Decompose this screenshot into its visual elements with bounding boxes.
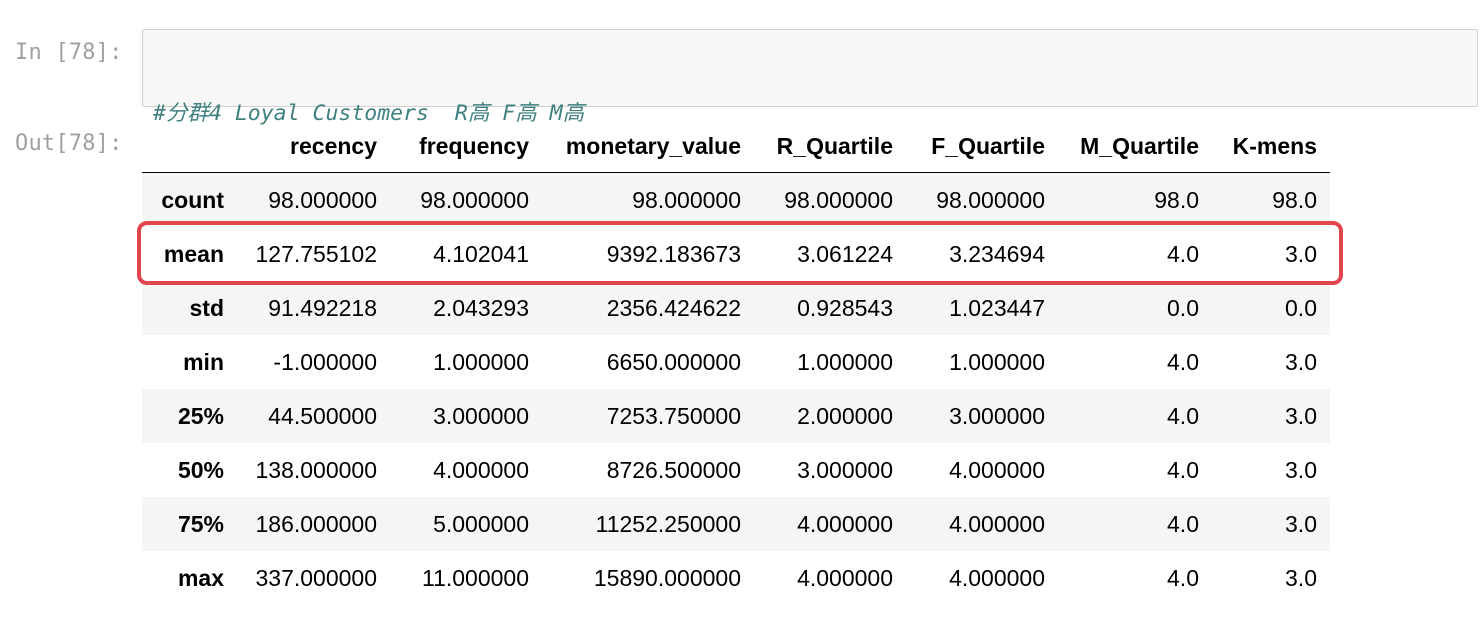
table-cell: 7253.750000 [606, 402, 741, 429]
table-cell: 4.102041 [433, 240, 529, 267]
table-cell: 3.0 [1285, 348, 1317, 375]
table-cell: -1.000000 [273, 348, 377, 375]
table-cell: 3.234694 [949, 240, 1045, 267]
table-cell: 4.0 [1167, 564, 1199, 591]
table-cell: 3.000000 [949, 402, 1045, 429]
table-row-25pct: 25% 44.500000 3.000000 7253.750000 2.000… [142, 389, 1330, 443]
table-cell: 4.000000 [949, 456, 1045, 483]
table-cell: 4.0 [1167, 510, 1199, 537]
table-cell: 2.043293 [433, 294, 529, 321]
table-cell: 44.500000 [268, 402, 377, 429]
table-cell: 4.000000 [433, 456, 529, 483]
table-cell: 4.0 [1167, 348, 1199, 375]
table-cell: 98.0 [1154, 186, 1199, 213]
table-cell: 98.0 [1272, 186, 1317, 213]
table-cell: 3.0 [1285, 564, 1317, 591]
table-cell: 11252.250000 [595, 510, 741, 537]
table-cell: 337.000000 [255, 564, 377, 591]
table-row-max: max 337.000000 11.000000 15890.000000 4.… [142, 551, 1330, 605]
table-row-50pct: 50% 138.000000 4.000000 8726.500000 3.00… [142, 443, 1330, 497]
table-cell: 91.492218 [268, 294, 377, 321]
table-cell: 3.000000 [433, 402, 529, 429]
table-row-count: count 98.000000 98.000000 98.000000 98.0… [142, 172, 1330, 227]
table-cell: 3.0 [1285, 240, 1317, 267]
row-index: 50% [177, 456, 224, 483]
column-header-r-quartile: R_Quartile [741, 120, 893, 173]
input-prompt: In [78]: [15, 40, 123, 65]
table-cell: 4.000000 [949, 510, 1045, 537]
describe-output-table: recency frequency monetary_value R_Quart… [142, 120, 1330, 605]
table-cell: 1.000000 [433, 348, 529, 375]
table-cell: 138.000000 [255, 456, 377, 483]
table-cell: 127.755102 [255, 240, 377, 267]
row-index: count [161, 186, 224, 213]
table-cell: 1.000000 [949, 348, 1045, 375]
table-cell: 98.000000 [420, 186, 529, 213]
column-header-f-quartile: F_Quartile [893, 120, 1045, 173]
row-index: mean [163, 240, 224, 267]
table-cell: 1.000000 [797, 348, 893, 375]
table-cell: 98.000000 [784, 186, 893, 213]
code-input-cell[interactable]: #分群4 Loyal Customers R高 F高 M高 rfmSegment… [142, 29, 1478, 216]
table-header-row: recency frequency monetary_value R_Quart… [142, 120, 1330, 173]
table-cell: 0.0 [1285, 294, 1317, 321]
row-index: max [177, 564, 224, 591]
table-cell: 4.0 [1167, 240, 1199, 267]
column-header-index [142, 120, 237, 173]
table-cell: 1.023447 [949, 294, 1045, 321]
table-cell: 2.000000 [797, 402, 893, 429]
row-index: min [183, 348, 224, 375]
table-cell: 11.000000 [421, 564, 529, 591]
table-row-min: min -1.000000 1.000000 6650.000000 1.000… [142, 335, 1330, 389]
table-cell: 9392.183673 [606, 240, 741, 267]
table-cell: 0.0 [1167, 294, 1199, 321]
row-index: std [189, 294, 225, 321]
table-cell: 3.0 [1285, 402, 1317, 429]
table-cell: 15890.000000 [593, 564, 741, 591]
table-row-std: std 91.492218 2.043293 2356.424622 0.928… [142, 281, 1330, 335]
column-header-k-mens: K-mens [1199, 120, 1330, 173]
table-cell: 4.0 [1167, 402, 1199, 429]
table-cell: 98.000000 [268, 186, 377, 213]
table-cell: 2356.424622 [606, 294, 741, 321]
table-cell: 186.000000 [255, 510, 377, 537]
table-cell: 3.061224 [797, 240, 893, 267]
column-header-m-quartile: M_Quartile [1045, 120, 1199, 173]
column-header-frequency: frequency [377, 120, 529, 173]
output-prompt: Out[78]: [15, 131, 123, 156]
row-index: 75% [177, 510, 224, 537]
table-cell: 98.000000 [936, 186, 1045, 213]
table-cell: 98.000000 [632, 186, 741, 213]
table-cell: 0.928543 [797, 294, 893, 321]
table-cell: 3.0 [1285, 456, 1317, 483]
table-row-75pct: 75% 186.000000 5.000000 11252.250000 4.0… [142, 497, 1330, 551]
table-cell: 4.0 [1167, 456, 1199, 483]
table-cell: 5.000000 [433, 510, 529, 537]
table-row-mean: mean 127.755102 4.102041 9392.183673 3.0… [142, 227, 1330, 281]
column-header-recency: recency [237, 120, 377, 173]
row-index: 25% [177, 402, 224, 429]
column-header-monetary-value: monetary_value [529, 120, 741, 173]
table-cell: 4.000000 [797, 510, 893, 537]
table-cell: 3.0 [1285, 510, 1317, 537]
table-cell: 4.000000 [949, 564, 1045, 591]
table-cell: 4.000000 [797, 564, 893, 591]
table-cell: 6650.000000 [606, 348, 741, 375]
table-cell: 8726.500000 [606, 456, 741, 483]
table-cell: 3.000000 [797, 456, 893, 483]
